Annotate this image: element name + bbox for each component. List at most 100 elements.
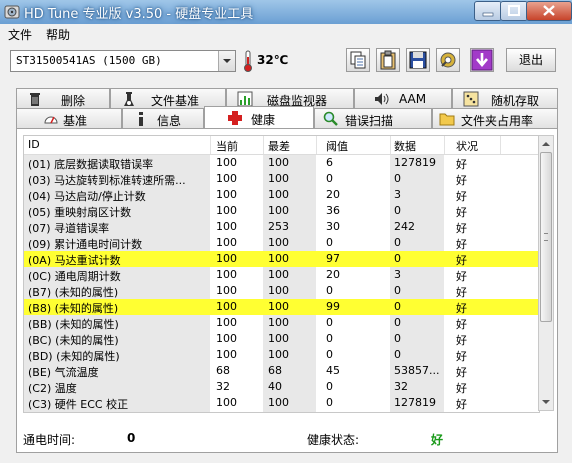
table-row[interactable]: (01) 底层数据读取错误率 100 100 6 127819 好 bbox=[24, 155, 539, 171]
header-divider[interactable] bbox=[316, 136, 317, 154]
cell-threshold: 6 bbox=[326, 156, 333, 169]
tab-label: 健康 bbox=[251, 113, 276, 127]
tab-random-access[interactable]: 随机存取 bbox=[452, 88, 558, 108]
smart-attributes-table[interactable]: ID 当前 最差 阈值 数据 状况 (01) 底层数据读取错误率 100 100 6 1… bbox=[23, 135, 540, 413]
minimize-icon bbox=[482, 12, 494, 17]
thermometer-icon bbox=[244, 50, 252, 72]
tab-label: AAM bbox=[399, 92, 427, 106]
table-row[interactable]: (0C) 通电周期计数 100 100 20 3 好 bbox=[24, 267, 539, 283]
folder-icon bbox=[439, 113, 455, 126]
table-row[interactable]: (03) 马达旋转到标准转速所需... 100 100 0 0 好 bbox=[24, 171, 539, 187]
maximize-button[interactable] bbox=[500, 1, 528, 21]
cell-data: 0 bbox=[394, 172, 401, 185]
scroll-down-arrow-icon[interactable] bbox=[539, 394, 553, 410]
cell-status: 好 bbox=[456, 382, 467, 395]
title-bar[interactable]: HD Tune 专业版 v3.50 - 硬盘专业工具 bbox=[0, 0, 572, 24]
cell-threshold: 0 bbox=[326, 236, 333, 249]
tab-aam[interactable]: AAM bbox=[354, 88, 452, 108]
header-id[interactable]: ID bbox=[28, 138, 40, 151]
cell-id: (C2) 温度 bbox=[28, 382, 77, 395]
header-threshold[interactable]: 阈值 bbox=[326, 138, 348, 154]
close-button[interactable] bbox=[526, 1, 572, 21]
cell-current: 100 bbox=[216, 220, 237, 233]
cell-worst: 100 bbox=[268, 252, 289, 265]
cell-current: 100 bbox=[216, 284, 237, 297]
cell-status: 好 bbox=[456, 190, 467, 203]
header-divider[interactable] bbox=[210, 136, 211, 154]
copy-screenshot-button[interactable] bbox=[376, 48, 400, 72]
health-status-value: 好 bbox=[431, 433, 444, 447]
cell-status: 好 bbox=[456, 254, 467, 267]
header-divider[interactable] bbox=[444, 136, 445, 154]
menu-help[interactable]: 帮助 bbox=[46, 26, 70, 43]
cell-status: 好 bbox=[456, 302, 467, 315]
header-divider[interactable] bbox=[390, 136, 391, 154]
table-row[interactable]: (B8) (未知的属性) 100 100 99 0 好 bbox=[24, 299, 539, 315]
vertical-scrollbar[interactable] bbox=[538, 135, 554, 411]
table-row[interactable]: (BC) (未知的属性) 100 100 0 0 好 bbox=[24, 331, 539, 347]
table-row[interactable]: (05) 重映射扇区计数 100 100 36 0 好 bbox=[24, 203, 539, 219]
cell-current: 100 bbox=[216, 236, 237, 249]
header-worst[interactable]: 最差 bbox=[268, 138, 290, 154]
dice-icon bbox=[463, 91, 479, 107]
table-row[interactable]: (04) 马达启动/停止计数 100 100 20 3 好 bbox=[24, 187, 539, 203]
cell-id: (C3) 硬件 ECC 校正 bbox=[28, 398, 129, 411]
header-divider[interactable] bbox=[263, 136, 264, 154]
scroll-up-arrow-icon[interactable] bbox=[539, 136, 553, 152]
cell-worst: 100 bbox=[268, 268, 289, 281]
cell-id: (BC) (未知的属性) bbox=[28, 334, 119, 347]
cell-id: (BE) 气流温度 bbox=[28, 366, 99, 379]
cell-worst: 100 bbox=[268, 300, 289, 313]
cell-status: 好 bbox=[456, 366, 467, 379]
tab-erase[interactable]: 删除 bbox=[16, 88, 110, 108]
menu-file[interactable]: 文件 bbox=[8, 26, 32, 43]
tab-health[interactable]: 健康 bbox=[204, 106, 314, 128]
options-button[interactable] bbox=[436, 48, 460, 72]
copy-icon bbox=[350, 51, 366, 69]
table-row[interactable]: (C5) 当前待映射的扇区数 100 100 0 0 好 bbox=[24, 411, 539, 412]
drive-select[interactable]: ST31500541AS (1500 GB) bbox=[10, 50, 236, 72]
tab-error-scan[interactable]: 错误扫描 bbox=[314, 108, 432, 128]
table-row[interactable]: (B7) (未知的属性) 100 100 0 0 好 bbox=[24, 283, 539, 299]
save-button[interactable] bbox=[406, 48, 430, 72]
cell-data: 0 bbox=[394, 316, 401, 329]
table-row[interactable]: (07) 寻道错误率 100 253 30 242 好 bbox=[24, 219, 539, 235]
header-data[interactable]: 数据 bbox=[394, 138, 416, 154]
tab-disk-monitor[interactable]: 磁盘监视器 bbox=[226, 88, 354, 108]
scroll-thumb[interactable] bbox=[540, 152, 552, 322]
tab-label: 基准 bbox=[63, 114, 88, 128]
cell-current: 68 bbox=[216, 364, 230, 377]
tab-file-benchmark[interactable]: 文件基准 bbox=[110, 88, 226, 108]
exit-button[interactable]: 退出 bbox=[506, 48, 556, 72]
cell-threshold: 0 bbox=[326, 284, 333, 297]
cell-worst: 100 bbox=[268, 284, 289, 297]
tab-folder-usage[interactable]: 文件夹占用率 bbox=[432, 108, 558, 128]
cell-threshold: 45 bbox=[326, 364, 340, 377]
menu-bar: 文件 帮助 bbox=[0, 24, 572, 42]
tab-benchmark[interactable]: 基准 bbox=[16, 108, 122, 128]
header-status[interactable]: 状况 bbox=[456, 138, 478, 154]
table-row[interactable]: (BD) (未知的属性) 100 100 0 0 好 bbox=[24, 347, 539, 363]
cell-threshold: 20 bbox=[326, 268, 340, 281]
table-row[interactable]: (BE) 气流温度 68 68 45 53857... 好 bbox=[24, 363, 539, 379]
table-row[interactable]: (09) 累计通电时间计数 100 100 0 0 好 bbox=[24, 235, 539, 251]
minimize-button[interactable] bbox=[474, 1, 502, 21]
table-row[interactable]: (BB) (未知的属性) 100 100 0 0 好 bbox=[24, 315, 539, 331]
header-divider[interactable] bbox=[500, 136, 501, 154]
close-icon bbox=[543, 5, 555, 16]
maximize-icon bbox=[508, 5, 520, 16]
table-row[interactable]: (C2) 温度 32 40 0 32 好 bbox=[24, 379, 539, 395]
copy-info-button[interactable] bbox=[346, 48, 370, 72]
cell-status: 好 bbox=[456, 334, 467, 347]
table-row[interactable]: (C3) 硬件 ECC 校正 100 100 0 127819 好 bbox=[24, 395, 539, 411]
tab-label: 文件夹占用率 bbox=[461, 114, 534, 128]
table-row[interactable]: (0A) 马达重试计数 100 100 97 0 好 bbox=[24, 251, 539, 267]
cell-id: (01) 底层数据读取错误率 bbox=[28, 158, 154, 171]
tab-info[interactable]: 信息 bbox=[122, 108, 204, 128]
chevron-down-icon[interactable] bbox=[218, 51, 235, 71]
download-update-button[interactable] bbox=[470, 48, 494, 72]
header-current[interactable]: 当前 bbox=[216, 138, 238, 154]
tab-label: 错误扫描 bbox=[345, 114, 394, 128]
cell-threshold: 97 bbox=[326, 252, 340, 265]
cell-id: (0A) 马达重试计数 bbox=[28, 254, 121, 267]
